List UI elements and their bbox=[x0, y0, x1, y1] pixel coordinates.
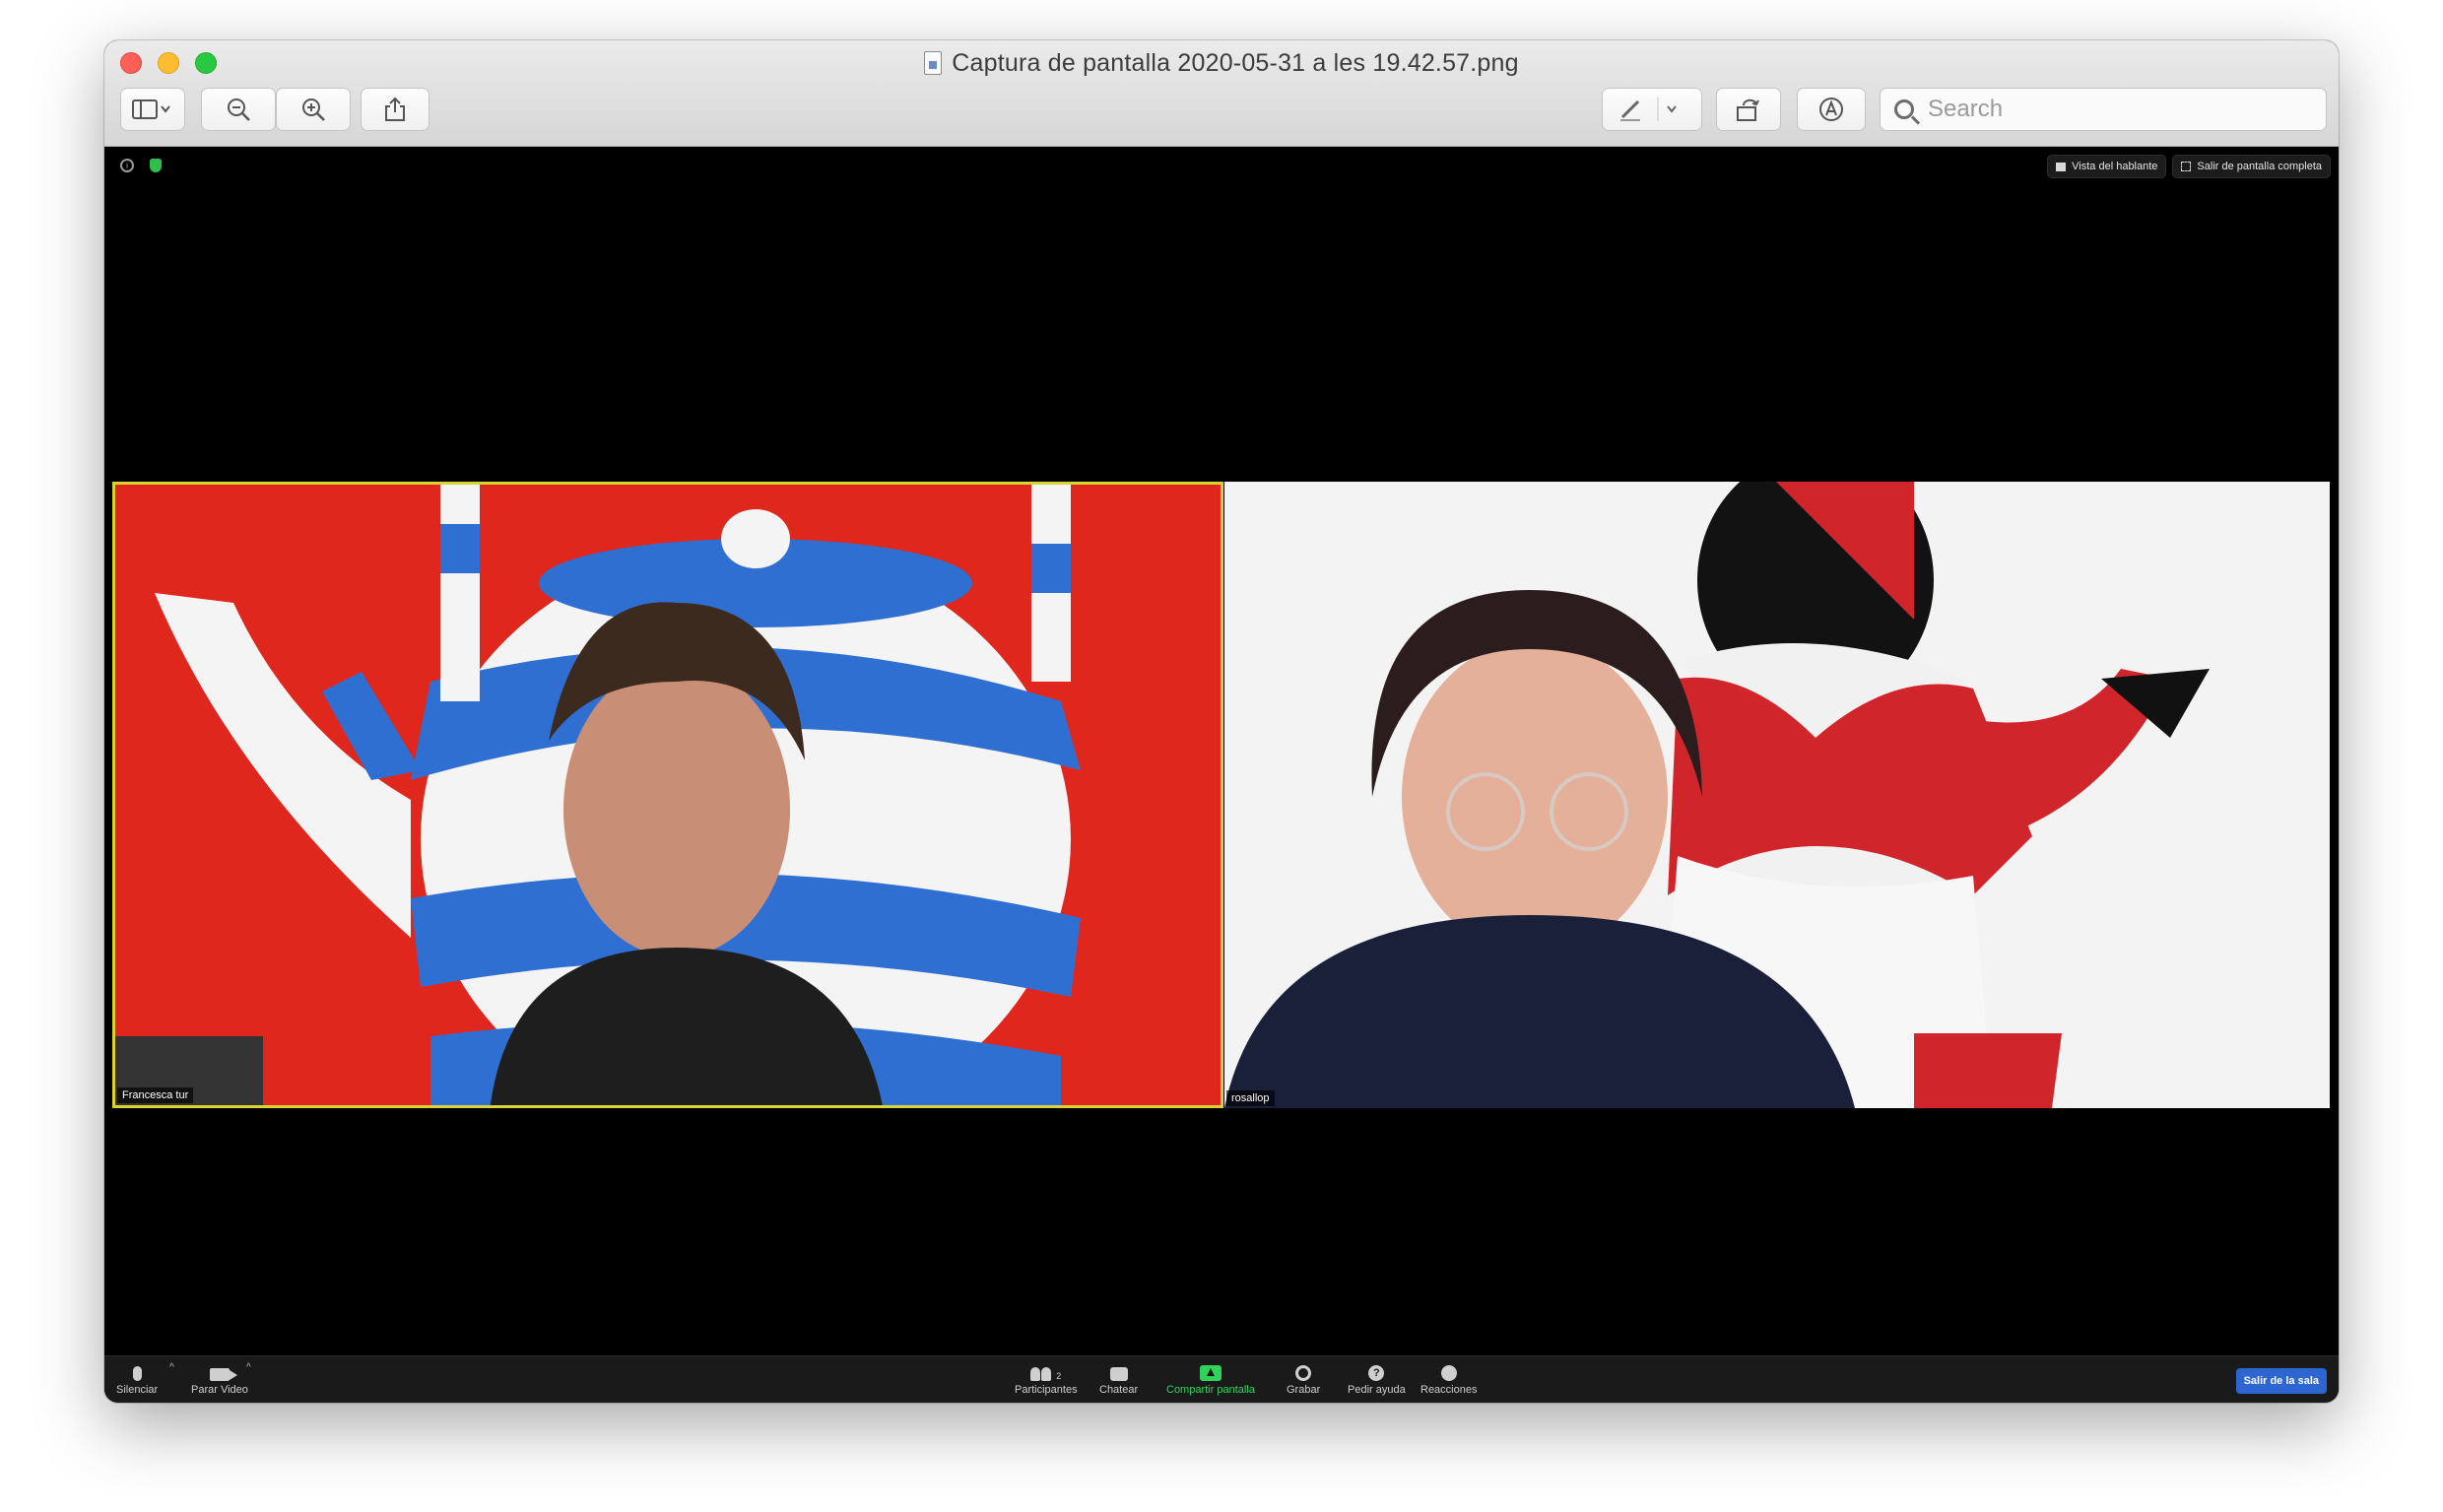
record-label: Grabar bbox=[1287, 1384, 1321, 1396]
exit-fullscreen-button[interactable]: Salir de pantalla completa bbox=[2172, 155, 2331, 178]
zoom-out-icon bbox=[228, 99, 250, 121]
meeting-status: i bbox=[120, 159, 162, 172]
markup-button[interactable] bbox=[1602, 88, 1702, 131]
chat-icon bbox=[1109, 1367, 1128, 1381]
reactions-label: Reacciones bbox=[1420, 1384, 1478, 1396]
share-screen-icon bbox=[1199, 1365, 1222, 1381]
stop-video-label: Parar Video bbox=[191, 1384, 248, 1396]
rotate-icon bbox=[1737, 99, 1759, 121]
markup-toolbar-icon bbox=[1819, 98, 1843, 121]
participant-name-tag: rosallop bbox=[1226, 1090, 1275, 1106]
participant-video-tile[interactable]: Francesca tur bbox=[112, 482, 1223, 1108]
zoom-in-icon bbox=[302, 99, 325, 121]
video-options-chevron-icon[interactable]: ^ bbox=[246, 1362, 251, 1373]
help-icon: ? bbox=[1368, 1365, 1385, 1381]
ask-help-label: Pedir ayuda bbox=[1348, 1384, 1406, 1396]
participants-icon bbox=[1030, 1367, 1052, 1381]
exit-fullscreen-label: Salir de pantalla completa bbox=[2197, 161, 2322, 172]
zoom-meeting-view: i Vista del hablante Salir de pantalla c… bbox=[104, 147, 2339, 1403]
encryption-shield-icon[interactable] bbox=[150, 159, 162, 172]
participant-name-tag: Francesca tur bbox=[117, 1087, 194, 1103]
mute-button[interactable]: Silenciar bbox=[116, 1361, 158, 1396]
share-button[interactable] bbox=[361, 88, 429, 131]
speaker-view-button[interactable]: Vista del hablante bbox=[2047, 155, 2167, 178]
exit-fullscreen-icon bbox=[2181, 162, 2192, 171]
leave-room-button[interactable]: Salir de la sala bbox=[2235, 1368, 2327, 1394]
chat-label: Chatear bbox=[1099, 1384, 1139, 1396]
rotate-button[interactable] bbox=[1716, 88, 1781, 131]
sidebar-icon bbox=[132, 99, 170, 119]
video-feed-image bbox=[115, 485, 1221, 1105]
search-placeholder: Search bbox=[1928, 96, 2004, 122]
meeting-toolbar: Silenciar ^ Parar Video ^ 2 Participante… bbox=[104, 1355, 2339, 1403]
meeting-info-icon[interactable]: i bbox=[120, 159, 134, 172]
share-icon bbox=[385, 97, 405, 121]
window-title: Captura de pantalla 2020-05-31 a les 19.… bbox=[104, 49, 2339, 78]
reactions-icon bbox=[1440, 1365, 1457, 1381]
grid-icon bbox=[2056, 162, 2067, 171]
search-icon bbox=[1894, 99, 1914, 119]
mute-label: Silenciar bbox=[116, 1384, 159, 1396]
zoom-in-button[interactable] bbox=[276, 88, 351, 131]
zoom-out-button[interactable] bbox=[201, 88, 276, 131]
video-feed-image bbox=[1224, 482, 2330, 1108]
document-icon bbox=[924, 51, 943, 75]
ask-help-button[interactable]: ? Pedir ayuda bbox=[1348, 1361, 1406, 1396]
record-icon bbox=[1295, 1365, 1312, 1381]
microphone-icon bbox=[132, 1366, 142, 1381]
participants-button[interactable]: 2 Participantes bbox=[1015, 1361, 1078, 1396]
pen-icon bbox=[1620, 98, 1677, 121]
window-title-text: Captura de pantalla 2020-05-31 a les 19.… bbox=[952, 49, 1519, 77]
view-controls: Vista del hablante Salir de pantalla com… bbox=[2047, 155, 2331, 178]
share-screen-label: Compartir pantalla bbox=[1166, 1384, 1255, 1396]
annotate-button[interactable] bbox=[1797, 88, 1866, 131]
chat-button[interactable]: Chatear bbox=[1099, 1361, 1138, 1396]
audio-options-chevron-icon[interactable]: ^ bbox=[169, 1362, 174, 1373]
participants-count: 2 bbox=[1056, 1371, 1062, 1381]
preview-window: Captura de pantalla 2020-05-31 a les 19.… bbox=[104, 40, 2339, 1403]
search-field[interactable]: Search bbox=[1880, 88, 2327, 131]
speaker-view-label: Vista del hablante bbox=[2072, 161, 2158, 172]
participants-label: Participantes bbox=[1015, 1384, 1078, 1396]
camera-icon bbox=[209, 1368, 237, 1381]
record-button[interactable]: Grabar bbox=[1287, 1361, 1320, 1396]
reactions-button[interactable]: Reacciones bbox=[1420, 1361, 1477, 1396]
title-bar: Captura de pantalla 2020-05-31 a les 19.… bbox=[104, 40, 2339, 147]
stop-video-button[interactable]: Parar Video bbox=[191, 1361, 248, 1396]
share-screen-button[interactable]: Compartir pantalla bbox=[1166, 1361, 1255, 1396]
sidebar-toggle-button[interactable] bbox=[120, 88, 185, 131]
participant-video-tile[interactable]: rosallop bbox=[1224, 482, 2330, 1108]
